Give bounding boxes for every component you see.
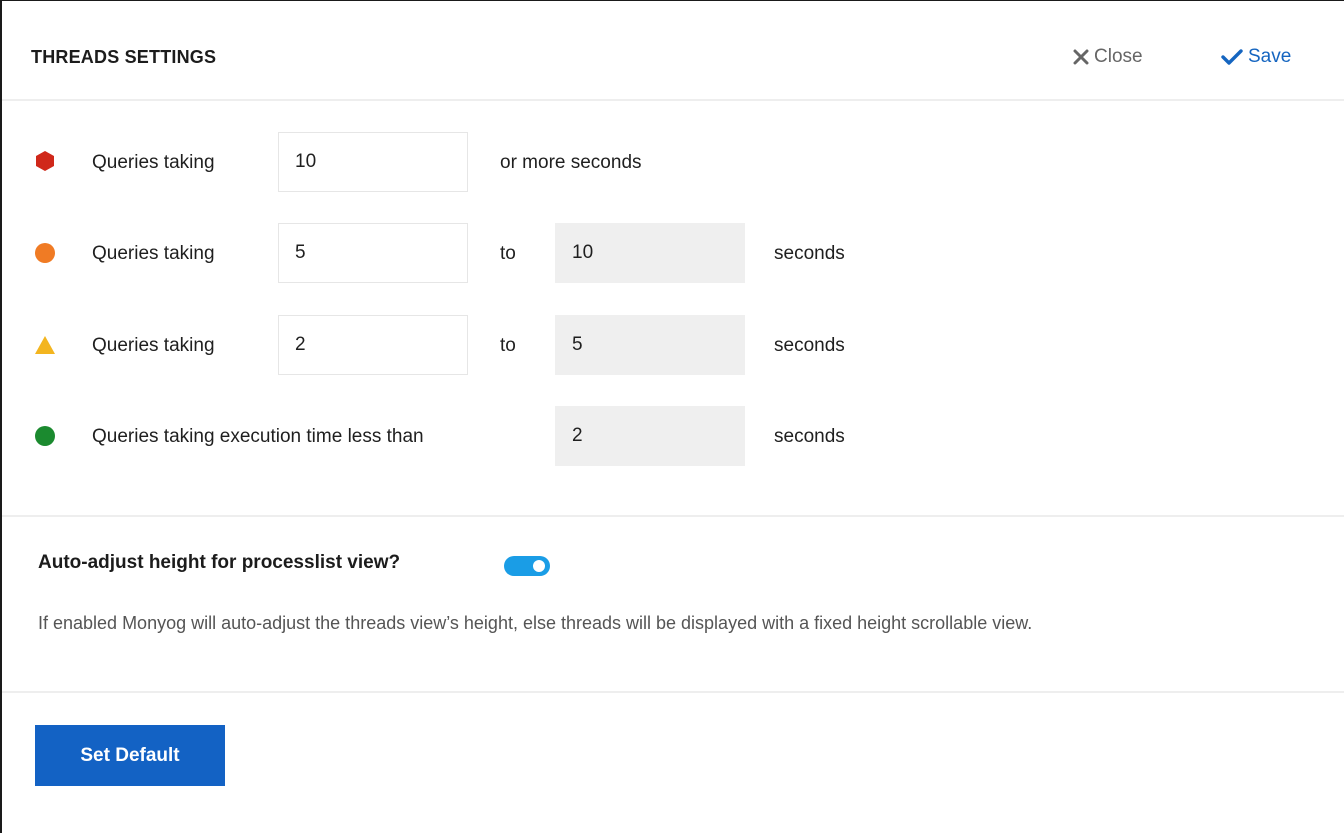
- green-circle-icon: [35, 426, 55, 446]
- panel-header: THREADS SETTINGS Close Save: [2, 1, 1344, 101]
- yellow-triangle-icon: [35, 336, 55, 354]
- red-hexagon-icon: [36, 151, 54, 171]
- threads-settings-panel: THREADS SETTINGS Close Save Queries taki…: [0, 0, 1344, 833]
- medium-min-seconds-input[interactable]: [278, 315, 468, 375]
- save-button[interactable]: Save: [1221, 45, 1291, 69]
- critical-min-seconds-input[interactable]: [278, 132, 468, 192]
- row-label: Queries taking: [92, 152, 215, 173]
- high-min-seconds-input[interactable]: [278, 223, 468, 283]
- close-button[interactable]: Close: [1073, 45, 1143, 69]
- high-max-seconds-field: [555, 223, 745, 283]
- panel-title: THREADS SETTINGS: [31, 47, 217, 67]
- row-label: Queries taking: [92, 335, 215, 356]
- row-suffix: or more seconds: [500, 152, 642, 173]
- close-icon: [1073, 49, 1089, 65]
- orange-circle-icon: [35, 243, 55, 263]
- section-divider: [2, 515, 1344, 517]
- row-suffix: seconds: [774, 243, 845, 264]
- threshold-row-low: Queries taking execution time less than …: [2, 406, 1344, 466]
- toggle-knob: [533, 560, 545, 572]
- auto-adjust-title: Auto-adjust height for processlist view?: [38, 552, 401, 573]
- close-label: Close: [1094, 46, 1143, 67]
- threshold-row-high: Queries taking to seconds: [2, 223, 1344, 283]
- checkmark-icon: [1221, 49, 1243, 65]
- auto-adjust-toggle[interactable]: [504, 556, 550, 576]
- threshold-row-medium: Queries taking to seconds: [2, 315, 1344, 375]
- row-suffix: seconds: [774, 335, 845, 356]
- threshold-row-critical: Queries taking or more seconds: [2, 132, 1344, 192]
- row-connector: to: [500, 243, 516, 264]
- row-label: Queries taking: [92, 243, 215, 264]
- low-max-seconds-field: [555, 406, 745, 466]
- set-default-button[interactable]: Set Default: [35, 725, 225, 786]
- save-label: Save: [1248, 46, 1292, 67]
- medium-max-seconds-field: [555, 315, 745, 375]
- section-divider: [2, 691, 1344, 693]
- row-label: Queries taking execution time less than: [92, 426, 424, 447]
- auto-adjust-description: If enabled Monyog will auto-adjust the t…: [38, 613, 1033, 633]
- row-suffix: seconds: [774, 426, 845, 447]
- row-connector: to: [500, 335, 516, 356]
